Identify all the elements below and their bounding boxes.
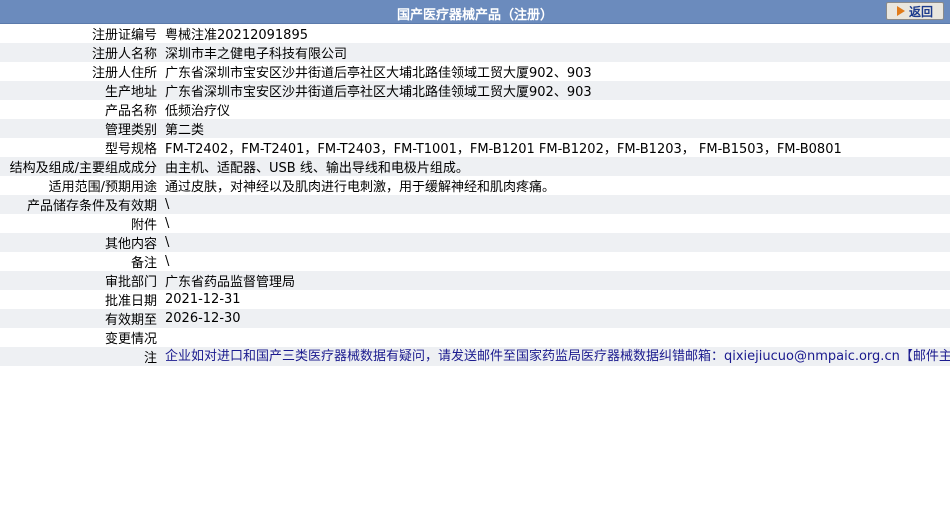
note-label: 注	[0, 347, 161, 366]
back-button[interactable]: 返回	[886, 2, 944, 20]
row-value: \	[161, 252, 950, 271]
table-row: 产品名称 低频治疗仪	[0, 100, 950, 119]
note-text: 企业如对进口和国产三类医疗器械数据有疑问，请发送邮件至国家药监局医疗器械数据纠错…	[161, 347, 950, 366]
table-row: 注册人名称 深圳市丰之健电子科技有限公司	[0, 43, 950, 62]
row-value: 2021-12-31	[161, 290, 950, 309]
table-row: 管理类别 第二类	[0, 119, 950, 138]
row-label: 型号规格	[0, 138, 161, 157]
row-label: 注册证编号	[0, 24, 161, 43]
row-label: 注册人住所	[0, 62, 161, 81]
table-row: 变更情况	[0, 328, 950, 347]
row-label: 适用范围/预期用途	[0, 176, 161, 195]
table-row: 注册证编号 粤械注准20212091895	[0, 24, 950, 43]
note-row: 注 企业如对进口和国产三类医疗器械数据有疑问，请发送邮件至国家药监局医疗器械数据…	[0, 347, 950, 366]
row-label: 批准日期	[0, 290, 161, 309]
page-title: 国产医疗器械产品（注册）	[396, 8, 553, 23]
row-value: \	[161, 214, 950, 233]
table-row: 附件 \	[0, 214, 950, 233]
row-value: 低频治疗仪	[161, 100, 950, 119]
row-label: 有效期至	[0, 309, 161, 328]
table-row: 审批部门 广东省药品监督管理局	[0, 271, 950, 290]
page-header: 国产医疗器械产品（注册） 返回	[0, 0, 950, 24]
product-detail-table: 注册证编号 粤械注准20212091895 注册人名称 深圳市丰之健电子科技有限…	[0, 24, 950, 366]
table-row: 有效期至 2026-12-30	[0, 309, 950, 328]
row-value	[161, 328, 950, 347]
row-label: 审批部门	[0, 271, 161, 290]
row-label: 结构及组成/主要组成成分	[0, 157, 161, 176]
row-value: 通过皮肤，对神经以及肌肉进行电刺激，用于缓解神经和肌肉疼痛。	[161, 176, 950, 195]
row-label: 产品名称	[0, 100, 161, 119]
row-label: 其他内容	[0, 233, 161, 252]
row-value: 第二类	[161, 119, 950, 138]
row-value: 广东省药品监督管理局	[161, 271, 950, 290]
table-row: 产品储存条件及有效期 \	[0, 195, 950, 214]
table-row: 生产地址 广东省深圳市宝安区沙井街道后亭社区大埔北路佳领域工贸大厦902、903	[0, 81, 950, 100]
table-row: 注册人住所 广东省深圳市宝安区沙井街道后亭社区大埔北路佳领域工贸大厦902、90…	[0, 62, 950, 81]
row-value: \	[161, 233, 950, 252]
arrow-right-icon	[896, 6, 905, 16]
row-value: 广东省深圳市宝安区沙井街道后亭社区大埔北路佳领域工贸大厦902、903	[161, 62, 950, 81]
table-row: 备注 \	[0, 252, 950, 271]
table-row: 结构及组成/主要组成成分 由主机、适配器、USB 线、输出导线和电极片组成。	[0, 157, 950, 176]
row-value: FM-T2402，FM-T2401，FM-T2403，FM-T1001，FM-B…	[161, 138, 950, 157]
table-row: 批准日期 2021-12-31	[0, 290, 950, 309]
row-value: 广东省深圳市宝安区沙井街道后亭社区大埔北路佳领域工贸大厦902、903	[161, 81, 950, 100]
row-label: 产品储存条件及有效期	[0, 195, 161, 214]
row-label: 附件	[0, 214, 161, 233]
row-value: 由主机、适配器、USB 线、输出导线和电极片组成。	[161, 157, 950, 176]
table-row: 型号规格 FM-T2402，FM-T2401，FM-T2403，FM-T1001…	[0, 138, 950, 157]
table-row: 其他内容 \	[0, 233, 950, 252]
table-row: 适用范围/预期用途 通过皮肤，对神经以及肌肉进行电刺激，用于缓解神经和肌肉疼痛。	[0, 176, 950, 195]
row-value: \	[161, 195, 950, 214]
row-label: 变更情况	[0, 328, 161, 347]
row-value: 2026-12-30	[161, 309, 950, 328]
row-value: 粤械注准20212091895	[161, 24, 950, 43]
row-label: 生产地址	[0, 81, 161, 100]
row-label: 备注	[0, 252, 161, 271]
row-value: 深圳市丰之健电子科技有限公司	[161, 43, 950, 62]
row-label: 管理类别	[0, 119, 161, 138]
back-button-label: 返回	[908, 4, 933, 19]
row-label: 注册人名称	[0, 43, 161, 62]
